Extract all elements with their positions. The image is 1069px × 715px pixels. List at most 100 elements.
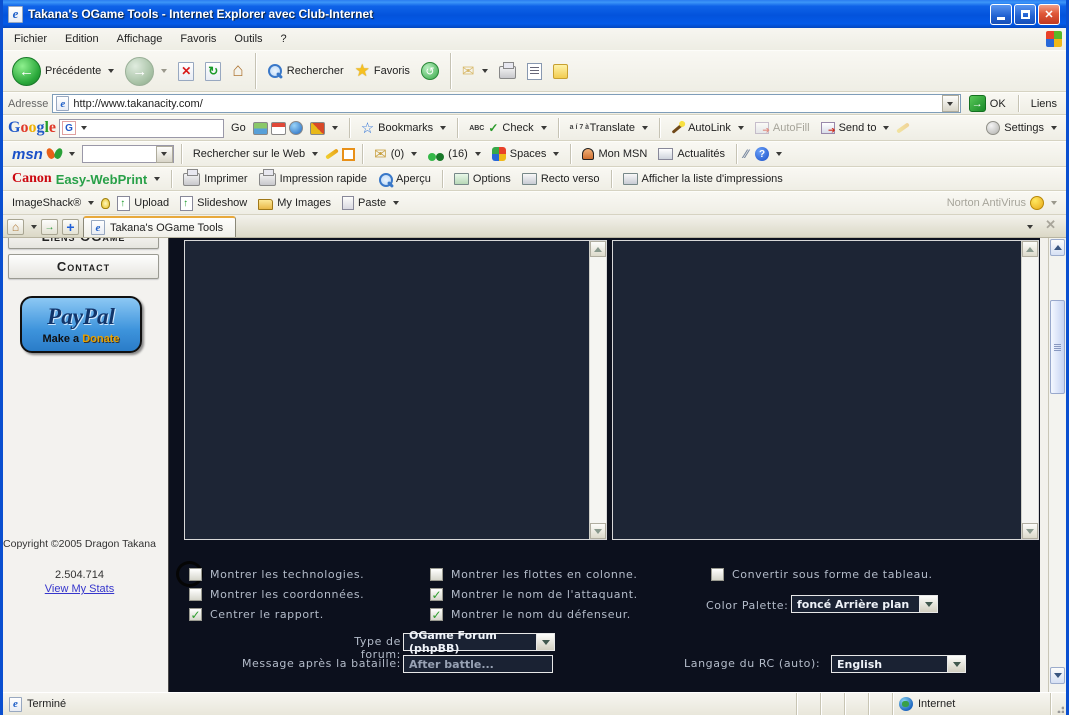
mail-button[interactable]: ✉ <box>458 61 492 81</box>
forum-type-select[interactable]: OGame Forum (phpBB) <box>403 633 555 651</box>
msn-mail-button[interactable]: ✉ (0) <box>370 144 421 164</box>
forward-dropdown-icon[interactable] <box>161 69 167 73</box>
sidebar-item-liens-ogame[interactable]: Liens OGame <box>8 238 159 249</box>
calendar-icon[interactable] <box>271 122 286 135</box>
translate-button[interactable]: a í 7 à Translate <box>566 121 652 135</box>
history-button[interactable]: ↺ <box>417 61 443 81</box>
options-button[interactable]: Options <box>450 172 515 186</box>
scroll-down-button[interactable] <box>590 523 606 539</box>
recto-verso-button[interactable]: Recto verso <box>518 172 604 186</box>
checkbox-nom-defenseur[interactable]: ✓ <box>430 608 443 621</box>
menu-outils[interactable]: Outils <box>225 30 271 48</box>
favorites-button[interactable]: ★ Favoris <box>351 60 414 82</box>
imageshack-menu-button[interactable]: ImageShack® <box>8 196 98 210</box>
lightbulb-icon[interactable] <box>101 198 110 209</box>
msn-messenger-button[interactable]: (16) <box>424 147 485 162</box>
textarea-scrollbar[interactable] <box>1021 241 1038 539</box>
checkbox-centrer-rapport[interactable]: ✓ <box>189 608 202 621</box>
color-palette-select[interactable]: foncé Arrière plan <box>791 595 938 613</box>
liste-impressions-button[interactable]: Afficher la liste d'impressions <box>619 172 787 186</box>
bookmarks-button[interactable]: ☆ Bookmarks <box>357 118 450 138</box>
chevron-down-icon[interactable] <box>81 126 87 130</box>
msn-search-dropdown[interactable] <box>156 146 173 163</box>
checkbox-row-flottes[interactable]: ✓ Montrer les flottes en colonne. <box>430 568 638 581</box>
maximize-button[interactable] <box>1014 4 1036 25</box>
menu-help[interactable]: ? <box>272 30 296 48</box>
go-button[interactable]: → OK <box>965 94 1010 113</box>
chevron-down-icon[interactable] <box>31 225 37 229</box>
addons-button[interactable] <box>306 121 342 136</box>
quick-tabs-button[interactable]: → <box>41 219 58 235</box>
msn-help-button[interactable]: ? <box>751 146 786 162</box>
links-button[interactable]: Liens <box>1027 97 1061 111</box>
canon-menu-button[interactable]: Canon Easy-WebPrint <box>8 170 164 188</box>
edit-button[interactable] <box>523 62 546 81</box>
scrollbar-thumb[interactable] <box>1050 300 1065 394</box>
norton-button[interactable]: Norton AntiVirus <box>943 195 1061 211</box>
report-input-textarea[interactable] <box>184 240 607 540</box>
home-button[interactable]: ⌂ <box>228 59 247 83</box>
spellcheck-button[interactable]: ABC ✓ Check <box>465 120 550 136</box>
menu-affichage[interactable]: Affichage <box>108 30 172 48</box>
back-dropdown-icon[interactable] <box>108 69 114 73</box>
msn-menu-button[interactable]: msn <box>8 145 79 164</box>
checkbox-row-technologies[interactable]: ✓ Montrer les technologies. <box>189 568 364 581</box>
sidebar-item-contact[interactable]: Contact <box>8 254 159 279</box>
scroll-down-button[interactable] <box>1022 523 1038 539</box>
paypal-donate-button[interactable]: PayPal Make a Donate <box>20 296 142 353</box>
msn-websearch-button[interactable]: Rechercher sur le Web <box>189 147 322 161</box>
select-arrow-button[interactable] <box>920 596 937 612</box>
address-url[interactable]: http://www.takanacity.com/ <box>73 98 202 110</box>
highlighter-icon[interactable] <box>325 148 339 159</box>
menu-favoris[interactable]: Favoris <box>171 30 225 48</box>
checkbox-row-tableau[interactable]: ✓ Convertir sous forme de tableau. <box>711 568 933 581</box>
search-button[interactable]: Rechercher <box>263 62 348 80</box>
apercu-button[interactable]: Aperçu <box>374 171 435 187</box>
textarea-body[interactable] <box>613 241 1021 539</box>
checkbox-row-defenseur[interactable]: ✓ Montrer le nom du défenseur. <box>430 608 631 621</box>
back-button[interactable]: ← Précédente <box>8 56 118 87</box>
actualites-button[interactable]: Actualités <box>654 147 729 161</box>
scroll-up-button[interactable] <box>1022 241 1038 257</box>
scroll-down-button[interactable] <box>1050 667 1065 684</box>
select-arrow-button[interactable] <box>537 634 554 650</box>
scroll-up-button[interactable] <box>590 241 606 257</box>
minimize-button[interactable] <box>990 4 1012 25</box>
forward-button[interactable]: → <box>121 56 171 87</box>
textarea-body[interactable] <box>185 241 589 539</box>
mail-dropdown-icon[interactable] <box>482 69 488 73</box>
checkbox-montrer-technologies[interactable]: ✓ <box>189 568 202 581</box>
slideshow-button[interactable]: Slideshow <box>176 195 251 212</box>
photos-icon[interactable] <box>253 122 268 135</box>
new-tab-button[interactable]: + <box>62 219 79 235</box>
textarea-scrollbar[interactable] <box>589 241 606 539</box>
close-tab-icon[interactable]: ✕ <box>1045 217 1056 233</box>
address-input[interactable]: e http://www.takanacity.com/ <box>52 94 960 113</box>
checkbox-nom-attaquant[interactable]: ✓ <box>430 588 443 601</box>
tab-takanas-ogame-tools[interactable]: e Takana's OGame Tools <box>83 216 236 237</box>
google-search-input[interactable]: G <box>59 119 224 138</box>
paste-button[interactable]: Paste <box>338 195 403 211</box>
menu-edition[interactable]: Edition <box>56 30 108 48</box>
my-images-button[interactable]: My Images <box>254 196 335 211</box>
address-dropdown-button[interactable] <box>942 95 959 112</box>
menu-fichier[interactable]: Fichier <box>5 30 56 48</box>
impression-rapide-button[interactable]: Impression rapide <box>255 172 371 187</box>
battle-message-input[interactable]: After battle... <box>403 655 553 673</box>
browser-scrollbar[interactable] <box>1048 238 1066 692</box>
checkbox-convertir-tableau[interactable]: ✓ <box>711 568 724 581</box>
google-go-button[interactable]: Go <box>227 121 250 135</box>
msn-spaces-button[interactable]: Spaces <box>488 146 564 162</box>
resize-grip[interactable] <box>1051 693 1066 715</box>
report-output-textarea[interactable] <box>612 240 1039 540</box>
print-button[interactable] <box>495 62 520 80</box>
msn-search-input[interactable] <box>82 145 174 163</box>
google-settings-button[interactable]: Settings <box>982 120 1061 136</box>
view-my-stats-link[interactable]: View My Stats <box>3 583 156 595</box>
checkbox-montrer-coordonnees[interactable]: ✓ <box>189 588 202 601</box>
sendto-button[interactable]: Send to <box>817 121 894 135</box>
tab-list-dropdown-icon[interactable] <box>1027 225 1033 229</box>
quick-tabs-home-button[interactable]: ⌂ <box>7 219 24 235</box>
autolink-button[interactable]: AutoLink <box>667 121 748 135</box>
close-button[interactable]: ✕ <box>1038 4 1060 25</box>
